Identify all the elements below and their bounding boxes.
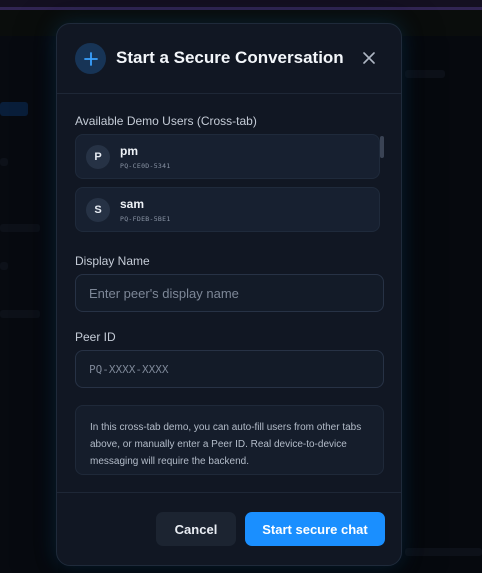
cancel-button[interactable]: Cancel [156, 512, 236, 546]
new-conversation-modal: Start a Secure Conversation Available De… [56, 23, 402, 566]
plus-icon [75, 43, 106, 74]
user-name: sam [120, 197, 145, 211]
modal-footer: Cancel Start secure chat [57, 492, 401, 565]
modal-title: Start a Secure Conversation [116, 48, 344, 67]
peer-id-label: Peer ID [75, 330, 116, 344]
user-peer-id: PQ-CE0D-5341 [120, 162, 171, 170]
demo-user-card-sam[interactable]: S sam PQ-FDEB-5BE1 [75, 187, 380, 232]
user-name: pm [120, 144, 138, 158]
avatar: P [86, 145, 110, 169]
demo-users-scrollbar[interactable] [380, 136, 384, 158]
peer-id-input[interactable] [75, 350, 384, 388]
display-name-input[interactable] [75, 274, 384, 312]
display-name-label: Display Name [75, 254, 150, 268]
start-secure-chat-button[interactable]: Start secure chat [245, 512, 385, 546]
user-peer-id: PQ-FDEB-5BE1 [120, 215, 171, 223]
close-icon [363, 52, 375, 64]
close-button[interactable] [357, 46, 381, 70]
plus-icon-glyph [83, 51, 98, 66]
modal-header: Start a Secure Conversation [57, 24, 401, 94]
avatar: S [86, 198, 110, 222]
demo-user-card-pm[interactable]: P pm PQ-CE0D-5341 [75, 134, 380, 179]
demo-users-label: Available Demo Users (Cross-tab) [75, 114, 257, 128]
cross-tab-info-note: In this cross-tab demo, you can auto-fil… [75, 405, 384, 475]
